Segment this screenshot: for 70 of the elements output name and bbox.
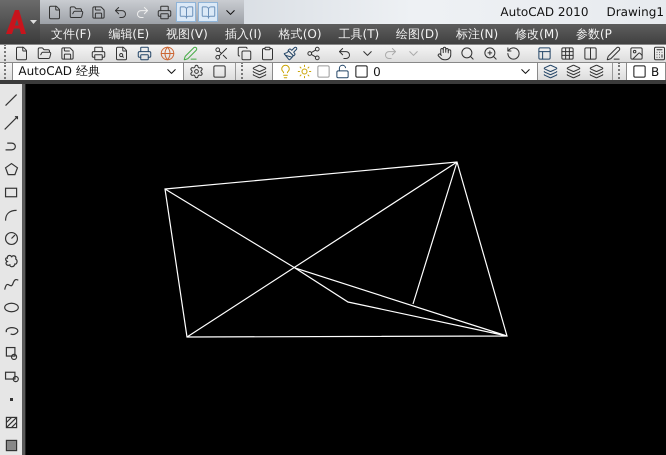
zoom-in-icon (483, 46, 498, 61)
layers-icon (566, 64, 582, 79)
book-button[interactable] (198, 2, 218, 22)
book-icon (200, 4, 216, 20)
workspace-dropdown[interactable]: AutoCAD 经典 (12, 63, 184, 80)
book-icon (178, 4, 194, 20)
sun-icon (297, 64, 312, 79)
printer-icon (156, 4, 172, 20)
menu-item[interactable]: 标注(N) (444, 24, 504, 44)
document-title: Drawing1 (606, 5, 664, 19)
square-icon (354, 64, 370, 79)
menu-item[interactable]: 编辑(E) (97, 24, 156, 44)
app-title: AutoCAD 2010 (500, 5, 588, 19)
menu-item[interactable]: 插入(I) (214, 24, 268, 44)
menu-item[interactable]: 工具(T) (328, 24, 386, 44)
construction-line-icon (2, 114, 20, 132)
save-icon (90, 4, 106, 20)
layers-icon (589, 64, 604, 79)
nodes-icon (306, 46, 321, 61)
grid-icon (560, 46, 575, 61)
gear-icon (189, 64, 204, 79)
pencil-icon (606, 46, 621, 61)
new-file-icon (14, 46, 29, 61)
lock-icon (335, 64, 350, 79)
brush-icon (283, 46, 298, 61)
layers-icon (252, 64, 268, 79)
polygon-icon (2, 160, 20, 178)
zoom-back-icon (506, 46, 521, 61)
logo-icon (4, 9, 28, 35)
square-icon (316, 64, 332, 79)
undo-icon (112, 4, 128, 20)
save-icon (60, 46, 75, 61)
printer-icon (137, 46, 152, 61)
menu-item[interactable]: 修改(M) (504, 24, 565, 44)
circle-icon (2, 230, 20, 246)
layer-name: 0 (373, 64, 381, 78)
scissors-icon (214, 46, 229, 61)
square-icon (212, 64, 228, 79)
undo-icon (337, 46, 352, 61)
magnifier-icon (460, 46, 475, 61)
color-name: B (650, 64, 660, 78)
paste-icon (260, 46, 275, 61)
square-icon (632, 64, 647, 79)
menu-item[interactable]: 绘图(D) (385, 24, 445, 44)
caret-icon (30, 20, 36, 24)
menu-item[interactable]: 参数(P (564, 24, 618, 44)
layer-dropdown[interactable]: 0 (272, 63, 538, 80)
layers-icon (543, 64, 558, 79)
preview-icon (114, 46, 129, 61)
redo-icon (383, 46, 398, 61)
open-folder-icon (37, 46, 52, 61)
new-file-icon (46, 4, 62, 20)
columns-icon (583, 46, 598, 61)
line-tool-icon (2, 92, 20, 108)
open-folder-icon (68, 4, 84, 20)
color-dropdown[interactable]: B (626, 63, 666, 80)
menu-item[interactable]: 格式(O) (268, 24, 328, 44)
printer-icon (91, 46, 106, 61)
point-icon (10, 398, 12, 400)
hand-icon (437, 46, 452, 61)
revision-cloud-icon (2, 252, 20, 270)
redo-icon (134, 4, 150, 20)
calculator-icon (652, 46, 666, 61)
panel-icon (537, 46, 552, 61)
pencil-icon (183, 46, 198, 61)
copy-icon (237, 46, 252, 61)
menu-item[interactable]: 视图(V) (155, 24, 214, 44)
image-icon (629, 46, 644, 61)
globe-icon (160, 46, 175, 61)
menu-item[interactable]: 文件(F) (40, 24, 98, 44)
